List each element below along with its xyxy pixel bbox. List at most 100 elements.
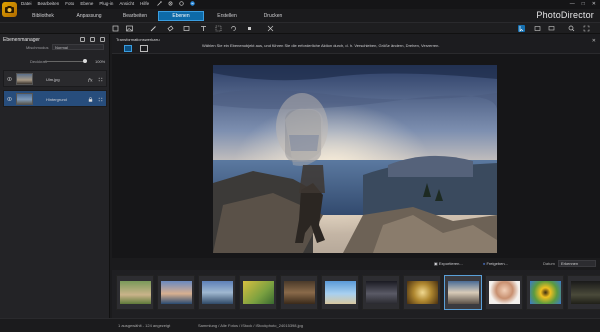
svg-text:fx: fx (88, 78, 93, 83)
text-icon[interactable] (200, 25, 207, 32)
menu-photo[interactable]: Foto (65, 1, 74, 6)
effects-icon[interactable]: fx (88, 77, 93, 83)
blend-mode-select[interactable]: Normal (52, 44, 104, 50)
layer-name: Ulm.jpg (46, 77, 60, 82)
layer-row[interactable]: Ulm.jpg fx (3, 70, 107, 87)
filmstrip-thumbnail[interactable] (362, 275, 400, 310)
filmstrip-toolbar: ▣ Exportieren... ■ Freigeben... Datum Er… (112, 258, 600, 268)
move-icon[interactable] (124, 45, 132, 52)
select-arrow-icon[interactable] (518, 25, 525, 32)
brush-icon[interactable] (150, 25, 157, 32)
filmstrip-thumbnail[interactable] (116, 275, 154, 310)
menu-bar: Datei Bearbeiten Foto Ebene Plug-in Ansi… (0, 0, 600, 9)
layer-icon[interactable] (112, 25, 119, 32)
transform-hint: Wählen Sie ein Ebenenobjekt aus, und füh… (202, 43, 440, 48)
menu-layer[interactable]: Ebene (80, 1, 93, 6)
tab-print[interactable]: Drucken (250, 11, 296, 21)
tab-edit[interactable]: Bearbeiten (112, 11, 158, 21)
blend-mode-label: Mischmodus (26, 45, 49, 50)
eye-icon[interactable] (7, 97, 12, 101)
app-logo (2, 2, 17, 17)
app-title: PhotoDirector (536, 10, 594, 20)
rectangle-icon[interactable] (183, 25, 190, 32)
filmstrip-thumbnail[interactable] (321, 275, 359, 310)
layer-name: Hintergrund (46, 97, 67, 102)
canvas-area: Transformationswerkzeu Wählen Sie ein Eb… (112, 34, 600, 258)
photo-canvas[interactable] (213, 65, 497, 253)
export-button[interactable]: ▣ Exportieren... (431, 260, 466, 267)
rotate-icon[interactable] (230, 25, 237, 32)
menu-edit[interactable]: Bearbeiten (38, 1, 60, 6)
layer-manager-title: Ebenenmanager (3, 37, 40, 43)
opacity-slider-handle[interactable] (83, 59, 87, 63)
mode-tabs: Bibliothek Anpassung Bearbeiten Ebenen E… (20, 11, 296, 21)
opacity-slider[interactable] (44, 61, 84, 62)
close-icon[interactable]: ✕ (592, 38, 596, 44)
menu-help[interactable]: Hilfe (140, 1, 149, 6)
eraser-icon[interactable] (167, 25, 174, 32)
filmstrip (112, 270, 600, 318)
transform-tool-bar: Transformationswerkzeu Wählen Sie ein Eb… (112, 34, 600, 54)
crop-icon[interactable] (215, 25, 222, 32)
maximize-button[interactable]: □ (582, 1, 585, 7)
layer-manager-header: Ebenenmanager (3, 36, 107, 44)
filmstrip-thumbnail[interactable] (567, 275, 600, 310)
close-button[interactable]: ✕ (592, 1, 596, 7)
compare-icon[interactable] (534, 25, 541, 32)
filmstrip-thumbnail[interactable] (485, 275, 523, 310)
menu-file[interactable]: Datei (21, 1, 32, 6)
tab-adjustment[interactable]: Anpassung (66, 11, 112, 21)
filmstrip-thumbnail[interactable] (157, 275, 195, 310)
layer-manager-panel: Ebenenmanager Mischmodus Normal Deckkraf… (0, 34, 110, 332)
selection-count: 1 ausgewählt - 124 angezeigt (118, 323, 171, 328)
duplicate-layer-icon[interactable] (90, 37, 95, 42)
opacity-value: 100% (95, 59, 106, 64)
layer-thumbnail (16, 73, 33, 85)
layer-toolbar (0, 22, 600, 34)
minimize-button[interactable]: — (570, 1, 575, 7)
menu-plugin[interactable]: Plug-in (99, 1, 113, 6)
menu-view[interactable]: Ansicht (119, 1, 134, 6)
zoom-icon[interactable] (568, 25, 575, 32)
menu-quick-tools (157, 1, 195, 6)
layer-menu-icon[interactable] (98, 97, 103, 102)
gear-icon[interactable] (168, 1, 173, 6)
filmstrip-thumbnail[interactable] (403, 275, 441, 310)
filmstrip-thumbnail[interactable] (239, 275, 277, 310)
layer-menu-icon[interactable] (98, 77, 103, 82)
add-layer-icon[interactable] (80, 37, 85, 42)
image-icon[interactable] (126, 25, 133, 32)
sort-label: Datum (543, 261, 555, 266)
tab-layers[interactable]: Ebenen (158, 11, 204, 21)
display-icon[interactable] (548, 25, 555, 32)
merge-layer-icon[interactable] (100, 37, 105, 42)
camera-icon (5, 6, 14, 13)
tab-create[interactable]: Erstellen (204, 11, 250, 21)
lock-icon[interactable] (88, 97, 93, 102)
tab-library[interactable]: Bibliothek (20, 11, 66, 21)
status-bar: 1 ausgewählt - 124 angezeigt Sammlung / … (0, 318, 600, 332)
filmstrip-thumbnail[interactable] (280, 275, 318, 310)
layer-actions (80, 37, 105, 42)
transform-tool-title: Transformationswerkzeu (116, 37, 160, 42)
filmstrip-thumbnail[interactable] (444, 275, 482, 310)
fullscreen-icon[interactable] (583, 25, 590, 32)
file-path: Sammlung / Alle Fotos / iStock / iStockp… (198, 323, 303, 328)
filmstrip-thumbnail[interactable] (526, 275, 564, 310)
share-button[interactable]: ■ Freigeben... (480, 260, 511, 267)
main-menu: Datei Bearbeiten Foto Ebene Plug-in Ansi… (21, 1, 149, 6)
cut-icon[interactable] (267, 25, 274, 32)
settings-icon[interactable] (179, 1, 184, 6)
sort-select[interactable]: Erkennen (558, 260, 596, 267)
window-controls: — □ ✕ (570, 1, 596, 7)
export-label: Exportieren... (438, 261, 463, 266)
eye-icon[interactable] (7, 77, 12, 81)
stop-icon[interactable] (246, 25, 253, 32)
wand-icon[interactable] (157, 1, 162, 6)
distort-icon[interactable] (140, 45, 148, 52)
filmstrip-thumbnail[interactable] (198, 275, 236, 310)
update-icon[interactable] (190, 1, 195, 6)
layer-row[interactable]: Hintergrund (3, 90, 107, 107)
share-label: Freigeben... (486, 261, 508, 266)
layer-thumbnail (16, 93, 33, 105)
